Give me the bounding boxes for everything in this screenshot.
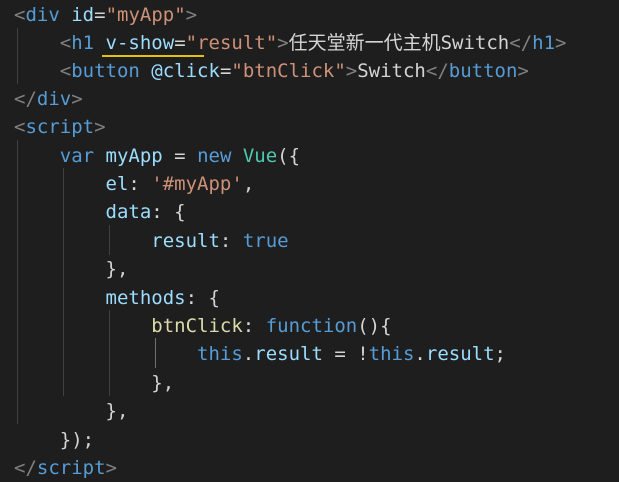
token-string: '#myApp' — [151, 173, 243, 195]
token-attribute: id — [59, 4, 95, 26]
code-line-4: </div> — [14, 85, 83, 113]
token-tag: div — [25, 4, 60, 26]
token-keyword: this — [368, 343, 415, 365]
token: : { — [151, 201, 186, 223]
code-line-10: }, — [14, 255, 129, 283]
token-tag: script — [25, 116, 95, 138]
token: > — [71, 88, 83, 110]
token-tag: div — [36, 88, 72, 110]
token: = — [162, 145, 198, 167]
token: < — [59, 32, 72, 54]
code-line-3: <button @click="btnClick">Switch</button… — [14, 57, 529, 85]
token-function: btnClick — [151, 315, 243, 337]
token-attribute: @click — [139, 60, 220, 82]
code-line-1: <div id="myApp"> — [14, 1, 197, 29]
token: }); — [59, 429, 95, 451]
token: = ! — [322, 343, 369, 365]
token: </ — [14, 457, 37, 479]
code-line-9: result: true — [14, 227, 289, 255]
token: = — [174, 32, 186, 54]
token-property: methods — [105, 287, 186, 309]
token: > — [517, 60, 529, 82]
token: > — [555, 32, 567, 54]
token-keyword: function — [265, 315, 358, 337]
token: = — [219, 60, 232, 82]
token-tag: button — [448, 60, 518, 82]
token: }, — [105, 400, 129, 422]
token: . — [414, 343, 426, 365]
token: ({ — [277, 145, 301, 167]
token: > — [345, 60, 358, 82]
code-line-14: }, — [14, 369, 174, 397]
token: : — [242, 315, 266, 337]
token: </ — [14, 88, 37, 110]
token-attribute: v-show — [94, 32, 175, 54]
token-text: 任天堂新一代主机Switch — [288, 32, 510, 54]
token: = — [94, 4, 106, 26]
code-line-13: this.result = !this.result; — [14, 340, 506, 368]
token: < — [14, 116, 26, 138]
token: }, — [151, 372, 175, 394]
token-tag: h1 — [71, 32, 95, 54]
code-line-5: <script> — [14, 113, 106, 141]
token: </ — [425, 60, 449, 82]
token-string: "result" — [185, 32, 278, 54]
code-line-6: var myApp = new Vue({ — [14, 142, 300, 170]
code-line-16: }); — [14, 426, 94, 454]
token: > — [185, 4, 198, 26]
code-line-8: data: { — [14, 198, 186, 226]
token-tag: script — [36, 457, 106, 479]
token-keyword: var — [59, 145, 95, 167]
token-variable: myApp — [94, 145, 163, 167]
token-class: Vue — [231, 145, 278, 167]
token-text: Switch — [357, 60, 426, 82]
token-string: "myApp" — [105, 4, 186, 26]
token-tag: button — [71, 60, 140, 82]
token-keyword: true — [242, 230, 289, 252]
token-property: result — [425, 343, 495, 365]
token: </ — [509, 32, 533, 54]
token-keyword: this — [197, 343, 243, 365]
token-property: result — [151, 230, 220, 252]
token: }, — [105, 258, 129, 280]
code-line-11: methods: { — [14, 284, 220, 312]
code-line-2: <h1 v-show="result">任天堂新一代主机Switch</h1> — [14, 29, 567, 57]
token-keyword: new — [197, 145, 232, 167]
code-line-7: el: '#myApp', — [14, 170, 255, 198]
code-line-17: </script> — [14, 454, 117, 482]
token: , — [242, 173, 255, 195]
token: . — [242, 343, 255, 365]
token: < — [14, 4, 26, 26]
code-line-12: btnClick: function(){ — [14, 312, 392, 340]
token-property: result — [254, 343, 323, 365]
token: : — [128, 173, 152, 195]
token: > — [277, 32, 289, 54]
token-string: "btnClick" — [231, 60, 346, 82]
token: > — [105, 457, 117, 479]
code-line-15: }, — [14, 397, 129, 425]
token: > — [94, 116, 106, 138]
token-property: data — [105, 201, 152, 223]
code-editor[interactable]: <div id="myApp"> <h1 v-show="result">任天堂… — [0, 0, 619, 482]
token: ; — [494, 343, 506, 365]
token: < — [59, 60, 72, 82]
token: (){ — [357, 315, 392, 337]
token: : { — [185, 287, 220, 309]
token-tag: h1 — [532, 32, 556, 54]
token: : — [219, 230, 243, 252]
token-property: el — [105, 173, 129, 195]
